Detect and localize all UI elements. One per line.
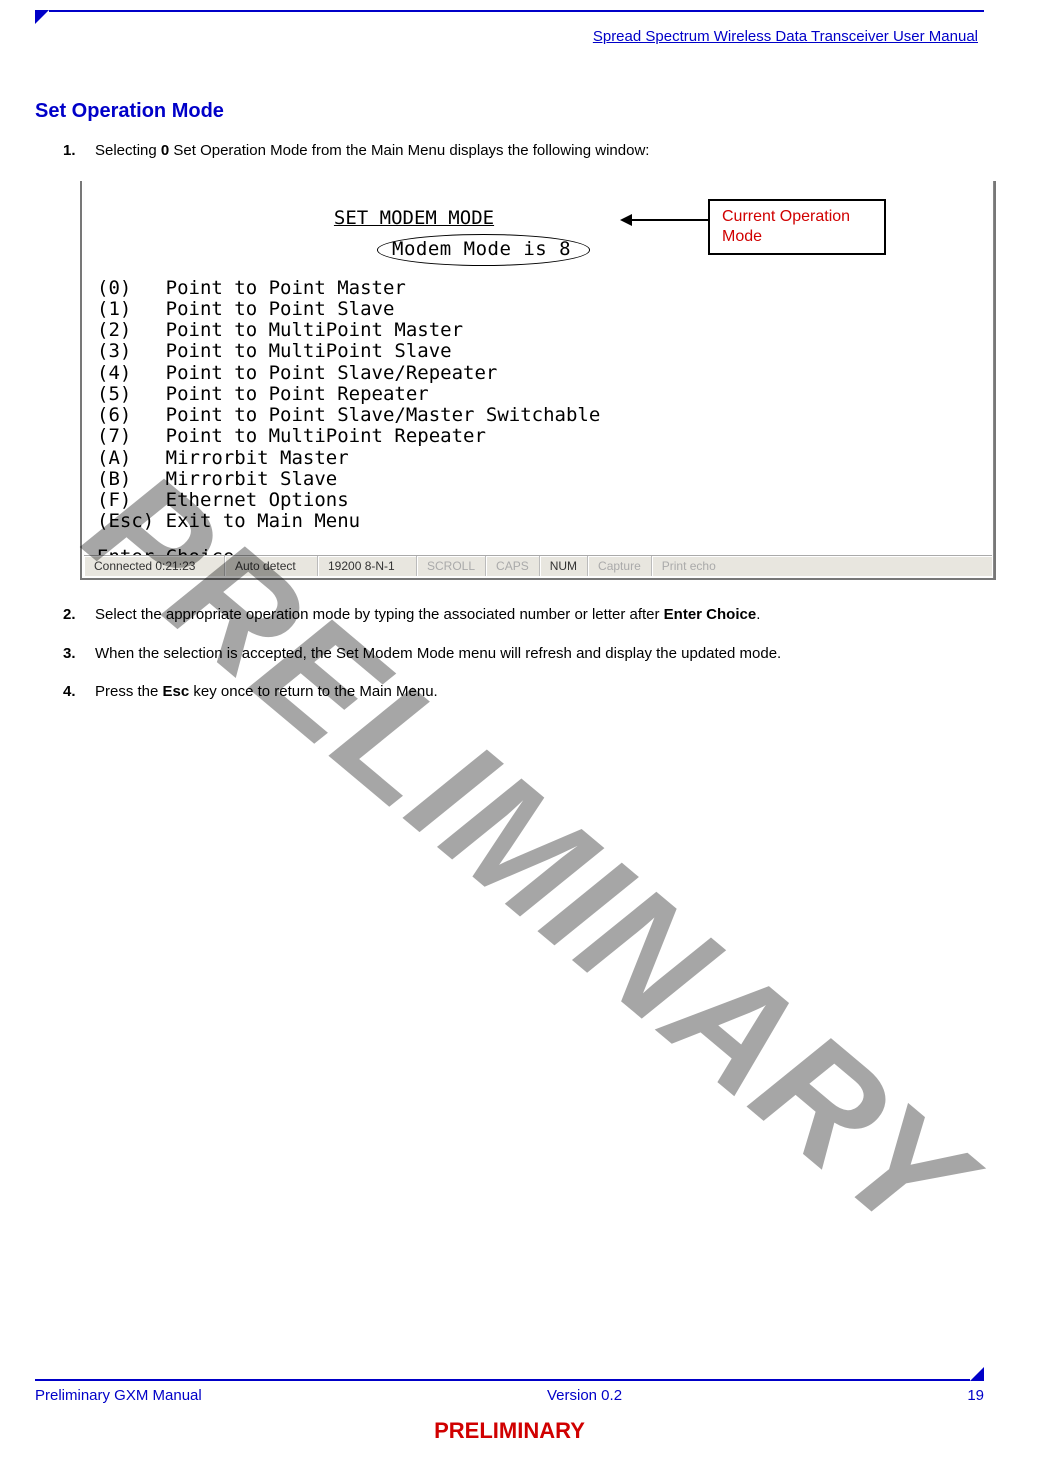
header-rule <box>49 10 984 12</box>
document-header: Spread Spectrum Wireless Data Transceive… <box>35 28 978 45</box>
modem-mode-indicator: Modem Mode is 8 <box>377 234 590 266</box>
step-1: Selecting 0 Set Operation Mode from the … <box>95 141 984 580</box>
footer-rule <box>35 1379 970 1381</box>
crop-mark-top-left-icon <box>35 10 49 24</box>
step-3: When the selection is accepted, the Set … <box>95 644 984 664</box>
step-text: Press the <box>95 683 163 700</box>
step-4: Press the Esc key once to return to the … <box>95 682 984 702</box>
step-text: When the selection is accepted, the Set … <box>95 645 781 662</box>
footer-left: Preliminary GXM Manual <box>35 1387 202 1404</box>
step-bold: Enter Choice <box>664 606 757 623</box>
step-bold: Esc <box>163 683 190 700</box>
step-text: Selecting <box>95 142 161 159</box>
status-caps: CAPS <box>486 556 540 576</box>
status-baud: 19200 8-N-1 <box>318 556 417 576</box>
section-heading: Set Operation Mode <box>35 100 984 123</box>
footer-center: Version 0.2 <box>547 1387 622 1404</box>
step-text: Set Operation Mode from the Main Menu di… <box>169 142 649 159</box>
callout-arrow-icon <box>622 219 708 221</box>
terminal-title: SET MODEM MODE <box>334 207 494 229</box>
status-scroll: SCROLL <box>417 556 486 576</box>
step-bold: 0 <box>161 142 169 159</box>
footer-preliminary: PRELIMINARY <box>35 1418 984 1444</box>
status-num: NUM <box>540 556 588 576</box>
step-text: key once to return to the Main Menu. <box>189 683 437 700</box>
status-capture: Capture <box>588 556 652 576</box>
terminal-status-bar: Connected 0:21:23 Auto detect 19200 8-N-… <box>84 555 992 576</box>
screenshot-figure: Enter Choice SET MODEM MODE Modem Mode i… <box>80 181 996 580</box>
step-2: Select the appropriate operation mode by… <box>95 605 984 625</box>
crop-mark-bottom-right-icon <box>970 1367 984 1381</box>
terminal-menu: (0) Point to Point Master (1) Point to P… <box>97 278 991 533</box>
step-text: Select the appropriate operation mode by… <box>95 606 664 623</box>
callout-label: Current Operation Mode <box>708 199 886 255</box>
status-detect: Auto detect <box>225 556 318 576</box>
footer-right: 19 <box>967 1387 984 1404</box>
step-text: . <box>756 606 760 623</box>
status-connected: Connected 0:21:23 <box>84 556 225 576</box>
status-print-echo: Print echo <box>652 556 726 576</box>
